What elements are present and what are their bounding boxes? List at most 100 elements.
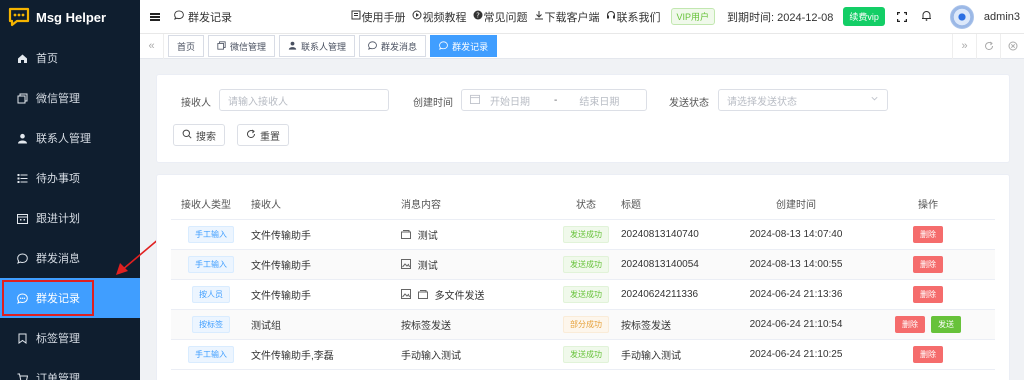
title-cell: 20240813140054 (621, 249, 731, 280)
delete-button[interactable]: 删除 (913, 345, 943, 363)
cart-icon (16, 372, 28, 380)
receiver-cell: 文件传输助手 (251, 279, 401, 310)
receiver-cell: 文件传输助手 (251, 249, 401, 280)
scroll-left-icon[interactable]: « (140, 33, 164, 59)
manual-link[interactable]: 使用手册 (351, 9, 406, 25)
sidebar-item-broadcast-records[interactable]: 群发记录 (0, 278, 140, 318)
chat-icon (368, 40, 377, 52)
sidebar-menu: 首页 微信管理 联系人管理 待办事项 跟进计划 群发消息 群发记录 标签管理 订… (0, 38, 140, 380)
content-text: 测试 (417, 230, 438, 242)
username[interactable]: admin3 (984, 11, 1020, 23)
tag-contacts[interactable]: 联系人管理 (279, 35, 356, 57)
tag-label: 群发记录 (452, 41, 489, 52)
svg-text:?: ? (476, 12, 480, 20)
delete-button[interactable]: 删除 (895, 315, 925, 333)
faq-link[interactable]: ? 常见问题 (473, 9, 528, 25)
content-cell: 手动输入测试 (401, 339, 551, 370)
sidebar-item-label: 待办事项 (36, 173, 80, 185)
calendar-icon (16, 212, 28, 224)
tag-home[interactable]: 首页 (168, 35, 205, 57)
reset-button[interactable]: 重置 (237, 124, 289, 146)
title-cell: 手动输入测试 (621, 339, 731, 370)
table-header-row: 接收人类型 接收人 消息内容 状态 标题 创建时间 操作 (171, 189, 995, 220)
vip-badge: VIP用户 (670, 8, 716, 25)
refresh-icon[interactable] (976, 33, 1000, 59)
sidebar-item-contacts[interactable]: 联系人管理 (0, 118, 140, 158)
column-header: 创建时间 (731, 189, 861, 220)
delete-button[interactable]: 删除 (913, 285, 943, 303)
image-icon (401, 288, 411, 301)
table-row: 手工输入 文件传输助手,李磊 手动输入测试 发送成功 手动输入测试 2024-0… (171, 339, 995, 370)
table-row: 手工输入 文件传输助手 测试 发送成功 20240813140054 2024-… (171, 249, 995, 280)
sidebar-item-wechat[interactable]: 微信管理 (0, 78, 140, 118)
delete-button[interactable]: 删除 (913, 225, 943, 243)
search-button[interactable]: 搜索 (173, 124, 225, 146)
records-table-card: 接收人类型 接收人 消息内容 状态 标题 创建时间 操作 手工输入 文件传输助手… (156, 174, 1010, 380)
date-separator: - (554, 94, 558, 106)
send-status-label: 发送状态 (669, 98, 709, 109)
chat-icon (16, 252, 28, 264)
title-cell: 按标签发送 (621, 309, 731, 340)
headset-icon (606, 10, 616, 23)
content-cell: 测试 (401, 249, 551, 280)
sidebar-item-label: 标签管理 (36, 333, 80, 345)
sidebar-item-orders[interactable]: 订单管理 (0, 358, 140, 380)
tags-bar-actions: » (952, 33, 1024, 59)
start-date-placeholder: 开始日期 (490, 96, 530, 108)
tag-label: 首页 (177, 41, 196, 52)
date-range-picker[interactable]: 开始日期 - 结束日期 (461, 89, 647, 111)
tag-broadcast[interactable]: 群发消息 (359, 35, 427, 57)
faq-label: 常见问题 (483, 11, 528, 24)
user-icon (16, 132, 28, 144)
sidebar-item-todo[interactable]: 待办事项 (0, 158, 140, 198)
copy-icon (16, 92, 28, 104)
download-label: 下载客户端 (544, 11, 600, 24)
status-badge: 部分成功 (563, 315, 609, 333)
created-cell: 2024-06-24 21:10:54 (731, 309, 861, 340)
receiver-type-tag: 手工输入 (188, 345, 234, 363)
user-icon (288, 41, 297, 52)
tag-broadcast-records[interactable]: 群发记录 (430, 35, 498, 57)
sidebar: Msg Helper 首页 微信管理 联系人管理 待办事项 跟进计划 群发消息 … (0, 0, 140, 380)
image-icon (401, 258, 411, 271)
avatar[interactable] (949, 4, 974, 29)
status-badge: 发送成功 (563, 255, 609, 273)
records-table: 接收人类型 接收人 消息内容 状态 标题 创建时间 操作 手工输入 文件传输助手… (171, 189, 995, 370)
bell-icon[interactable] (921, 10, 932, 24)
renew-vip-button[interactable]: 续费vip (843, 7, 885, 26)
table-row: 按标签 测试组 按标签发送 部分成功 按标签发送 2024-06-24 21:1… (171, 309, 995, 340)
created-cell: 2024-08-13 14:00:55 (731, 249, 861, 280)
contact-link[interactable]: 联系我们 (606, 9, 661, 25)
tags-view-bar: « 首页 微信管理 联系人管理 群发消息 群发记录 » (140, 33, 1024, 59)
column-header: 接收人类型 (171, 189, 251, 220)
send-status-select[interactable]: 请选择发送状态 (718, 89, 888, 111)
column-header: 状态 (551, 189, 621, 220)
delete-button[interactable]: 删除 (913, 255, 943, 273)
sidebar-item-tags[interactable]: 标签管理 (0, 318, 140, 358)
fullscreen-icon[interactable] (896, 11, 908, 22)
folder-icon (417, 289, 428, 301)
manual-label: 使用手册 (361, 11, 406, 24)
menu-toggle-icon[interactable] (150, 12, 160, 21)
video-link[interactable]: 视频教程 (412, 9, 467, 25)
chevron-down-icon (870, 94, 879, 106)
column-header: 消息内容 (401, 189, 551, 220)
scroll-right-icon[interactable]: » (952, 33, 976, 59)
created-cell: 2024-06-24 21:13:36 (731, 279, 861, 310)
sidebar-item-label: 微信管理 (36, 93, 80, 105)
receiver-input[interactable]: 请输入接收人 (219, 89, 389, 111)
sidebar-item-home[interactable]: 首页 (0, 38, 140, 78)
send-button[interactable]: 发送 (931, 315, 961, 333)
contact-label: 联系我们 (616, 11, 661, 24)
download-link[interactable]: 下载客户端 (534, 9, 600, 25)
status-badge: 发送成功 (563, 285, 609, 303)
end-date-placeholder: 结束日期 (579, 96, 620, 108)
close-circle-icon[interactable] (1000, 33, 1024, 59)
receiver-type-tag: 手工输入 (188, 225, 234, 243)
status-badge: 发送成功 (563, 345, 609, 363)
breadcrumb-current: 群发记录 (188, 11, 232, 24)
tag-wechat[interactable]: 微信管理 (208, 35, 276, 57)
video-label: 视频教程 (422, 11, 467, 24)
created-cell: 2024-08-13 14:07:40 (731, 219, 861, 250)
receiver-cell: 测试组 (251, 309, 401, 340)
